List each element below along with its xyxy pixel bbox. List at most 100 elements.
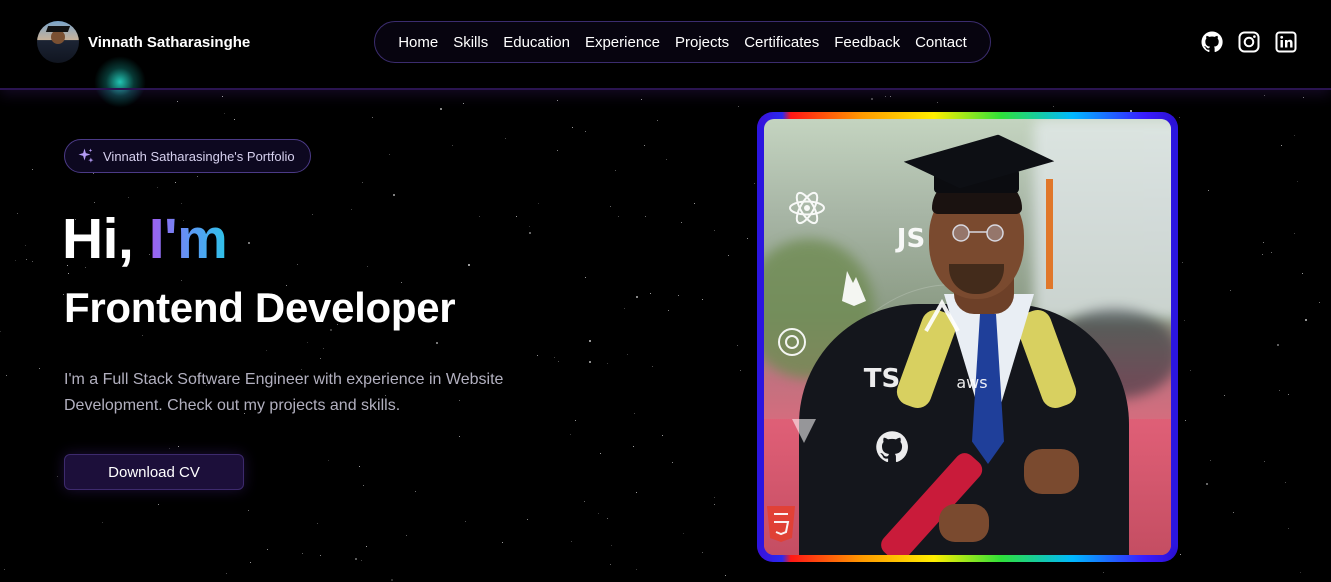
star [1190, 370, 1191, 371]
star [738, 106, 739, 107]
brand[interactable]: Vinnath Satharasinghe [37, 21, 250, 63]
star [468, 264, 470, 266]
star [440, 108, 442, 110]
sparkles-icon [78, 148, 94, 163]
star [250, 562, 251, 563]
star [0, 331, 1, 332]
nav-home[interactable]: Home [398, 34, 438, 51]
star [452, 145, 453, 146]
star [740, 370, 741, 371]
github-icon[interactable] [1200, 30, 1224, 54]
star [436, 342, 438, 344]
star [459, 436, 460, 437]
star [611, 545, 612, 546]
star [323, 348, 324, 349]
star [624, 308, 625, 309]
star [1294, 135, 1295, 136]
vercel-icon [792, 419, 816, 443]
star [672, 462, 673, 463]
star [1179, 117, 1180, 118]
star [662, 435, 663, 436]
star [1262, 254, 1263, 255]
star [589, 340, 591, 342]
star [169, 448, 170, 449]
download-cv-button[interactable]: Download CV [64, 454, 244, 490]
star [181, 280, 182, 281]
star [537, 355, 538, 356]
star [644, 145, 645, 146]
nav-certificates[interactable]: Certificates [744, 34, 819, 51]
firebase-icon [842, 271, 866, 306]
star [1053, 106, 1054, 107]
star [516, 216, 517, 217]
greeting-prefix: Hi, [62, 207, 149, 271]
hero-greeting: Hi, I'm [62, 206, 228, 272]
star [584, 501, 585, 502]
star [68, 273, 69, 274]
star [302, 553, 303, 554]
star [479, 216, 480, 217]
star [320, 358, 321, 359]
main-nav: Home Skills Education Experience Project… [374, 21, 991, 63]
star [747, 238, 748, 239]
nav-education[interactable]: Education [503, 34, 570, 51]
star [589, 361, 591, 363]
star [1263, 242, 1264, 243]
star [175, 182, 176, 183]
nav-skills[interactable]: Skills [453, 34, 488, 51]
star [1285, 482, 1286, 483]
top-header: Vinnath Satharasinghe Home Skills Educat… [0, 0, 1331, 90]
star [633, 446, 634, 447]
star [128, 197, 129, 198]
star [248, 510, 249, 511]
nav-experience[interactable]: Experience [585, 34, 660, 51]
star [25, 245, 26, 246]
star [641, 99, 642, 100]
star [650, 293, 651, 294]
star [222, 96, 223, 97]
star [465, 521, 466, 522]
star [359, 466, 360, 467]
star [570, 434, 571, 435]
star [328, 460, 329, 461]
star [610, 206, 611, 207]
javascript-icon: JS [896, 224, 926, 254]
star [1180, 554, 1181, 555]
star [297, 264, 298, 265]
star [585, 277, 586, 278]
star [1277, 344, 1279, 346]
star [737, 345, 738, 346]
star [529, 232, 531, 234]
star [177, 101, 178, 102]
instagram-icon[interactable] [1237, 30, 1261, 54]
star [529, 226, 530, 227]
nav-projects[interactable]: Projects [675, 34, 729, 51]
star [702, 299, 703, 300]
profile-photo: JS TS aws [764, 119, 1171, 555]
star [157, 187, 158, 188]
star [181, 203, 182, 204]
star [355, 558, 357, 560]
star [393, 194, 395, 196]
star [714, 504, 715, 505]
star [158, 504, 159, 505]
typescript-icon: TS [863, 364, 901, 394]
nav-feedback[interactable]: Feedback [834, 34, 900, 51]
star [505, 138, 506, 139]
star [266, 350, 267, 351]
star [102, 522, 103, 523]
hero-description: I'm a Full Stack Software Engineer with … [64, 371, 504, 414]
star [1303, 97, 1304, 98]
star [572, 127, 573, 128]
star [312, 214, 313, 215]
brand-name: Vinnath Satharasinghe [88, 33, 251, 51]
star [871, 98, 873, 100]
star [1182, 262, 1183, 263]
star [610, 564, 611, 565]
star [1281, 145, 1282, 146]
star [351, 209, 352, 210]
star [15, 260, 16, 261]
nav-contact[interactable]: Contact [915, 34, 967, 51]
linkedin-icon[interactable] [1274, 30, 1298, 54]
github-tech-icon [876, 431, 908, 463]
